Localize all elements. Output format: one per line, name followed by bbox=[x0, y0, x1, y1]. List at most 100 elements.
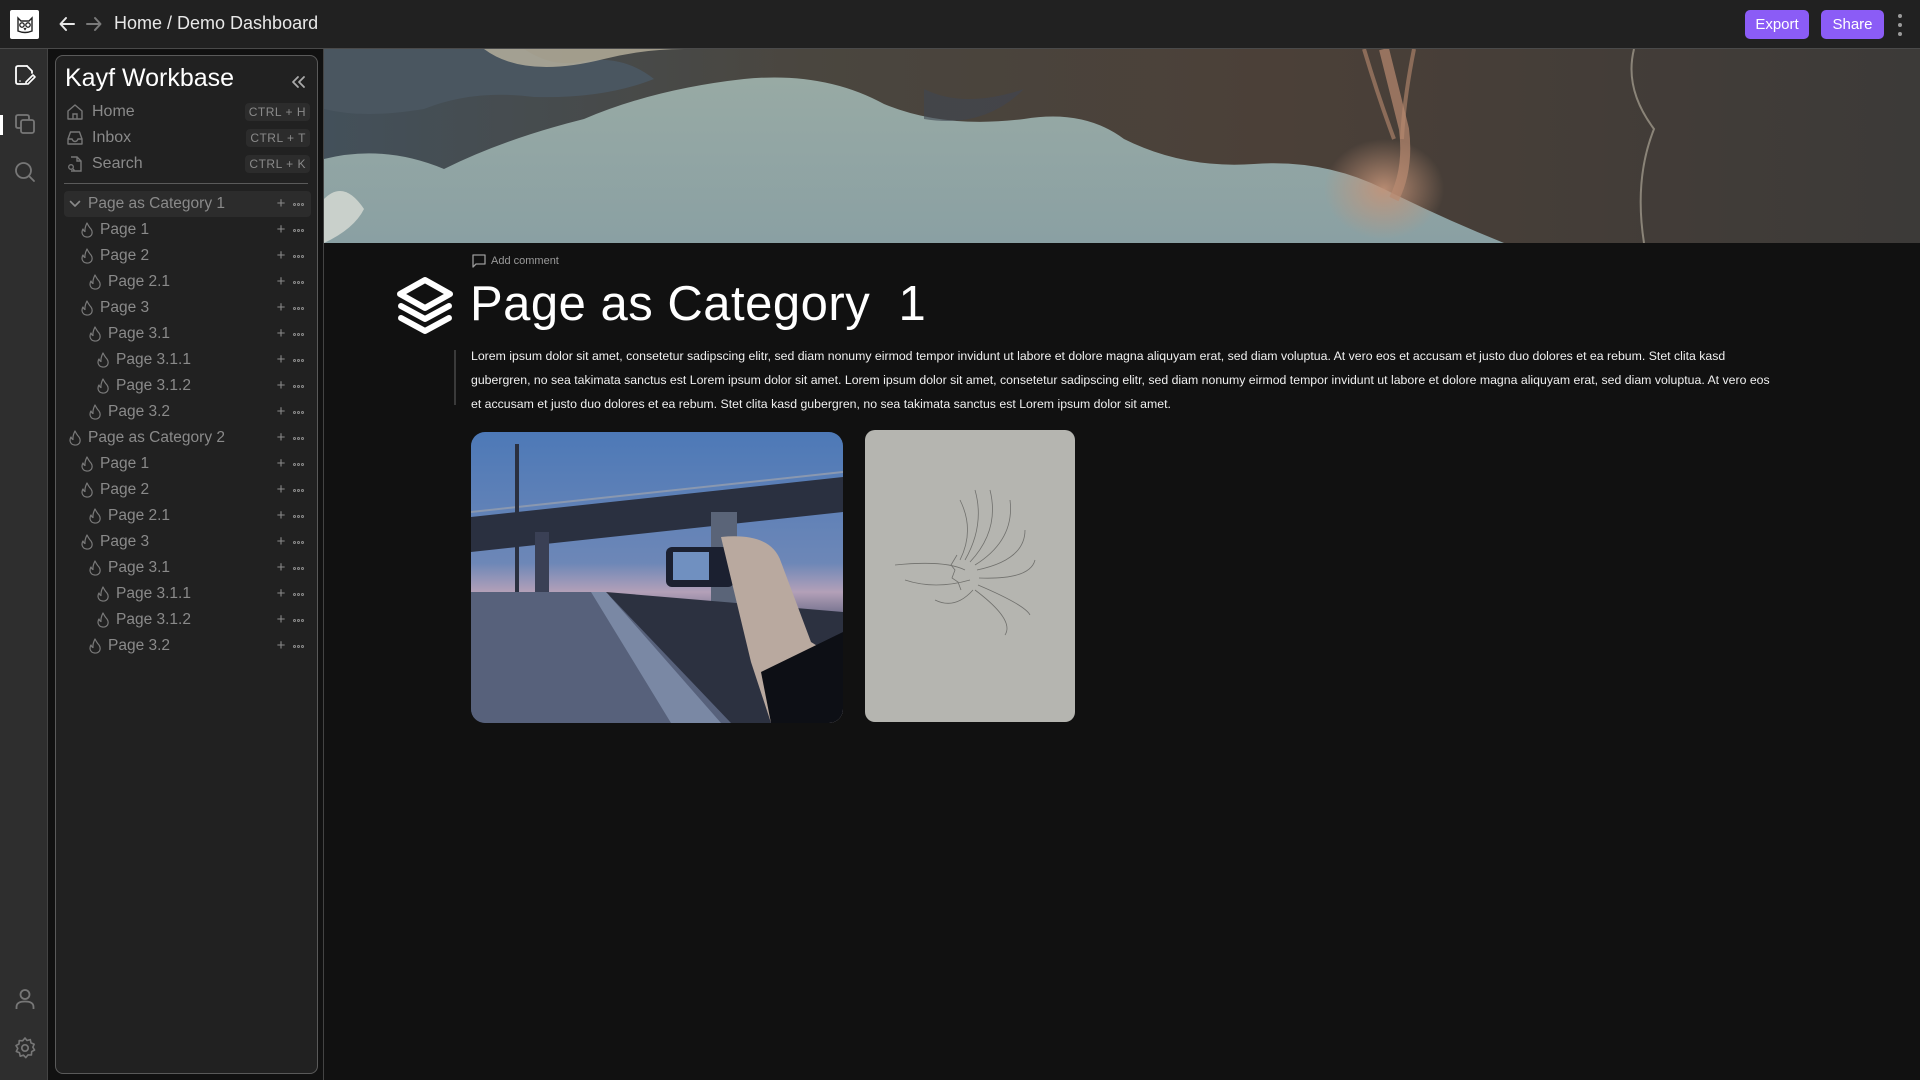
rail-copy-button[interactable] bbox=[12, 111, 38, 137]
tree-item[interactable]: Page 3.2 + bbox=[64, 633, 311, 659]
more-horizontal-icon[interactable] bbox=[293, 228, 305, 232]
quick-link-home[interactable]: Home CTRL + H bbox=[65, 101, 310, 123]
sidebar-container: Kayf Workbase Home CTRL + H Inbox CTRL +… bbox=[48, 49, 324, 1080]
cover-image[interactable] bbox=[324, 49, 1920, 243]
arrow-left-icon bbox=[59, 17, 75, 31]
add-subpage-icon[interactable]: + bbox=[275, 404, 287, 419]
more-horizontal-icon[interactable] bbox=[293, 202, 305, 206]
tree-item[interactable]: Page 3 + bbox=[64, 295, 311, 321]
chevron-down-icon[interactable] bbox=[68, 196, 82, 212]
add-subpage-icon[interactable]: + bbox=[275, 430, 287, 445]
image-bridge-road[interactable] bbox=[471, 432, 843, 723]
icon-rail bbox=[0, 49, 48, 1080]
rail-pages-button[interactable] bbox=[12, 62, 38, 88]
image-pencil-sketch[interactable] bbox=[865, 430, 1075, 722]
add-subpage-icon[interactable]: + bbox=[275, 534, 287, 549]
more-horizontal-icon[interactable] bbox=[293, 410, 305, 414]
rail-settings-button[interactable] bbox=[12, 1035, 38, 1061]
more-horizontal-icon[interactable] bbox=[293, 540, 305, 544]
flame-page-icon bbox=[80, 248, 94, 264]
add-subpage-icon[interactable]: + bbox=[275, 612, 287, 627]
rail-active-indicator bbox=[0, 115, 3, 135]
page-icon[interactable] bbox=[394, 275, 456, 337]
more-horizontal-icon[interactable] bbox=[293, 592, 305, 596]
flame-page-icon bbox=[80, 482, 94, 498]
flame-page-icon bbox=[88, 404, 102, 420]
tree-item-label: Page 3.1 bbox=[108, 559, 171, 576]
keyboard-shortcut: CTRL + H bbox=[244, 103, 310, 121]
more-horizontal-icon[interactable] bbox=[293, 618, 305, 622]
tree-item-label: Page 2 bbox=[100, 247, 150, 264]
tree-item[interactable]: Page as Category 2 + bbox=[64, 425, 311, 451]
tree-item[interactable]: Page 2.1 + bbox=[64, 503, 311, 529]
add-subpage-icon[interactable]: + bbox=[275, 352, 287, 367]
tree-item[interactable]: Page 3.1.1 + bbox=[64, 581, 311, 607]
forward-button[interactable] bbox=[83, 13, 105, 35]
add-subpage-icon[interactable]: + bbox=[275, 482, 287, 497]
add-comment-button[interactable]: Add comment bbox=[471, 253, 559, 269]
tree-item[interactable]: Page 2 + bbox=[64, 243, 311, 269]
workspace-title[interactable]: Kayf Workbase bbox=[65, 64, 234, 93]
chevrons-left-icon bbox=[292, 76, 305, 88]
tree-item[interactable]: Page 3.1 + bbox=[64, 555, 311, 581]
tree-item[interactable]: Page 3.1.2 + bbox=[64, 607, 311, 633]
add-subpage-icon[interactable]: + bbox=[275, 456, 287, 471]
tree-item-label: Page 3.2 bbox=[108, 637, 171, 654]
tree-item[interactable]: Page 3.1 + bbox=[64, 321, 311, 347]
tree-item[interactable]: Page 3.1.1 + bbox=[64, 347, 311, 373]
add-subpage-icon[interactable]: + bbox=[275, 586, 287, 601]
page-title[interactable]: Page as Category 1 bbox=[470, 276, 926, 332]
more-options-icon[interactable] bbox=[1896, 14, 1904, 36]
add-subpage-icon[interactable]: + bbox=[275, 248, 287, 263]
quick-link-inbox[interactable]: Inbox CTRL + T bbox=[65, 127, 310, 149]
add-subpage-icon[interactable]: + bbox=[275, 326, 287, 341]
page-body-text[interactable]: Lorem ipsum dolor sit amet, consetetur s… bbox=[471, 344, 1771, 416]
tree-item-label: Page 3 bbox=[100, 299, 150, 316]
tree-item[interactable]: Page 1 + bbox=[64, 451, 311, 477]
tree-item[interactable]: Page 2 + bbox=[64, 477, 311, 503]
more-horizontal-icon[interactable] bbox=[293, 488, 305, 492]
collapse-sidebar-button[interactable] bbox=[290, 74, 306, 90]
more-horizontal-icon[interactable] bbox=[293, 384, 305, 388]
sidebar-divider bbox=[64, 183, 308, 184]
more-horizontal-icon[interactable] bbox=[293, 566, 305, 570]
more-horizontal-icon[interactable] bbox=[293, 358, 305, 362]
flame-page-icon bbox=[80, 222, 94, 238]
back-button[interactable] bbox=[56, 13, 78, 35]
tree-item[interactable]: Page 3.1.2 + bbox=[64, 373, 311, 399]
more-horizontal-icon[interactable] bbox=[293, 332, 305, 336]
comment-icon bbox=[472, 254, 486, 268]
more-horizontal-icon[interactable] bbox=[293, 436, 305, 440]
more-horizontal-icon[interactable] bbox=[293, 462, 305, 466]
add-subpage-icon[interactable]: + bbox=[275, 508, 287, 523]
page-tree: Page as Category 1 + Page 1 + Page 2 + Page 2.… bbox=[64, 191, 311, 659]
add-subpage-icon[interactable]: + bbox=[275, 378, 287, 393]
add-subpage-icon[interactable]: + bbox=[275, 638, 287, 653]
tree-item[interactable]: Page as Category 1 + bbox=[64, 191, 311, 217]
more-horizontal-icon[interactable] bbox=[293, 254, 305, 258]
add-subpage-icon[interactable]: + bbox=[275, 560, 287, 575]
breadcrumb[interactable]: Home / Demo Dashboard bbox=[114, 13, 318, 34]
export-button[interactable]: Export bbox=[1745, 10, 1809, 39]
more-horizontal-icon[interactable] bbox=[293, 280, 305, 284]
tree-item[interactable]: Page 3 + bbox=[64, 529, 311, 555]
add-subpage-icon[interactable]: + bbox=[275, 300, 287, 315]
quick-link-search[interactable]: Search CTRL + K bbox=[65, 153, 310, 175]
search-doc-icon bbox=[65, 154, 85, 174]
tree-item[interactable]: Page 1 + bbox=[64, 217, 311, 243]
rail-search-button[interactable] bbox=[12, 159, 38, 185]
more-horizontal-icon[interactable] bbox=[293, 306, 305, 310]
add-subpage-icon[interactable]: + bbox=[275, 222, 287, 237]
add-subpage-icon[interactable]: + bbox=[275, 196, 287, 211]
add-subpage-icon[interactable]: + bbox=[275, 274, 287, 289]
tree-item-label: Page 2.1 bbox=[108, 273, 171, 290]
more-horizontal-icon[interactable] bbox=[293, 644, 305, 648]
app-logo[interactable] bbox=[10, 10, 39, 39]
quick-link-label: Inbox bbox=[92, 129, 132, 146]
rail-user-button[interactable] bbox=[12, 986, 38, 1012]
share-button[interactable]: Share bbox=[1821, 10, 1884, 39]
tree-item-label: Page 1 bbox=[100, 221, 150, 238]
tree-item[interactable]: Page 2.1 + bbox=[64, 269, 311, 295]
tree-item[interactable]: Page 3.2 + bbox=[64, 399, 311, 425]
more-horizontal-icon[interactable] bbox=[293, 514, 305, 518]
